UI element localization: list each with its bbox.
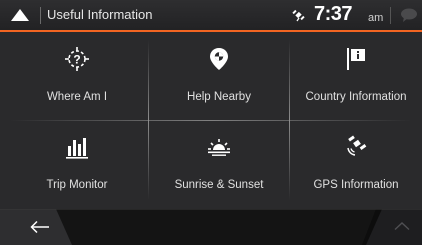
scroll-up-button[interactable] <box>382 209 422 245</box>
trip-monitor-icon <box>66 138 88 159</box>
clock-ampm: am <box>368 12 384 24</box>
chevron-up-icon <box>394 222 410 231</box>
message-divider <box>390 7 391 24</box>
menu-item-sunrise-sunset[interactable]: Sunrise & Sunset <box>149 120 289 208</box>
page-title: Useful Information <box>47 7 153 22</box>
menu-item-label: Trip Monitor <box>46 179 108 191</box>
gps-information-icon <box>347 135 367 156</box>
help-nearby-icon <box>210 48 228 70</box>
menu-grid: ? Where Am I Help Nearby Country Informa… <box>0 32 422 208</box>
menu-item-label: Help Nearby <box>187 91 251 103</box>
message-bubble-icon[interactable] <box>400 7 418 23</box>
svg-text:?: ? <box>73 53 80 67</box>
footer-bar <box>0 209 422 245</box>
up-button[interactable] <box>10 7 30 23</box>
menu-item-country-information[interactable]: Country Information <box>290 32 422 120</box>
sunrise-sunset-icon <box>208 139 230 156</box>
where-am-i-icon: ? <box>65 47 89 71</box>
menu-item-label: GPS Information <box>313 179 399 191</box>
country-information-icon <box>347 48 365 70</box>
menu-item-label: Country Information <box>305 91 407 103</box>
menu-item-label: Sunrise & Sunset <box>174 179 264 191</box>
title-divider <box>40 7 41 24</box>
menu-item-where-am-i[interactable]: ? Where Am I <box>7 32 147 120</box>
back-button[interactable] <box>0 209 75 245</box>
back-arrow-icon <box>30 220 49 234</box>
menu-item-gps-information[interactable]: GPS Information <box>290 120 422 208</box>
header-bar: Useful Information 7:37 am <box>0 0 422 32</box>
menu-item-help-nearby[interactable]: Help Nearby <box>149 32 289 120</box>
clock-time: 7:37 <box>314 3 353 25</box>
menu-item-trip-monitor[interactable]: Trip Monitor <box>7 120 147 208</box>
useful-information-screen: Useful Information 7:37 am ? Where Am I … <box>0 0 422 245</box>
gps-satellite-status-icon <box>292 8 306 22</box>
menu-item-label: Where Am I <box>46 91 108 103</box>
up-triangle-icon <box>11 9 29 21</box>
